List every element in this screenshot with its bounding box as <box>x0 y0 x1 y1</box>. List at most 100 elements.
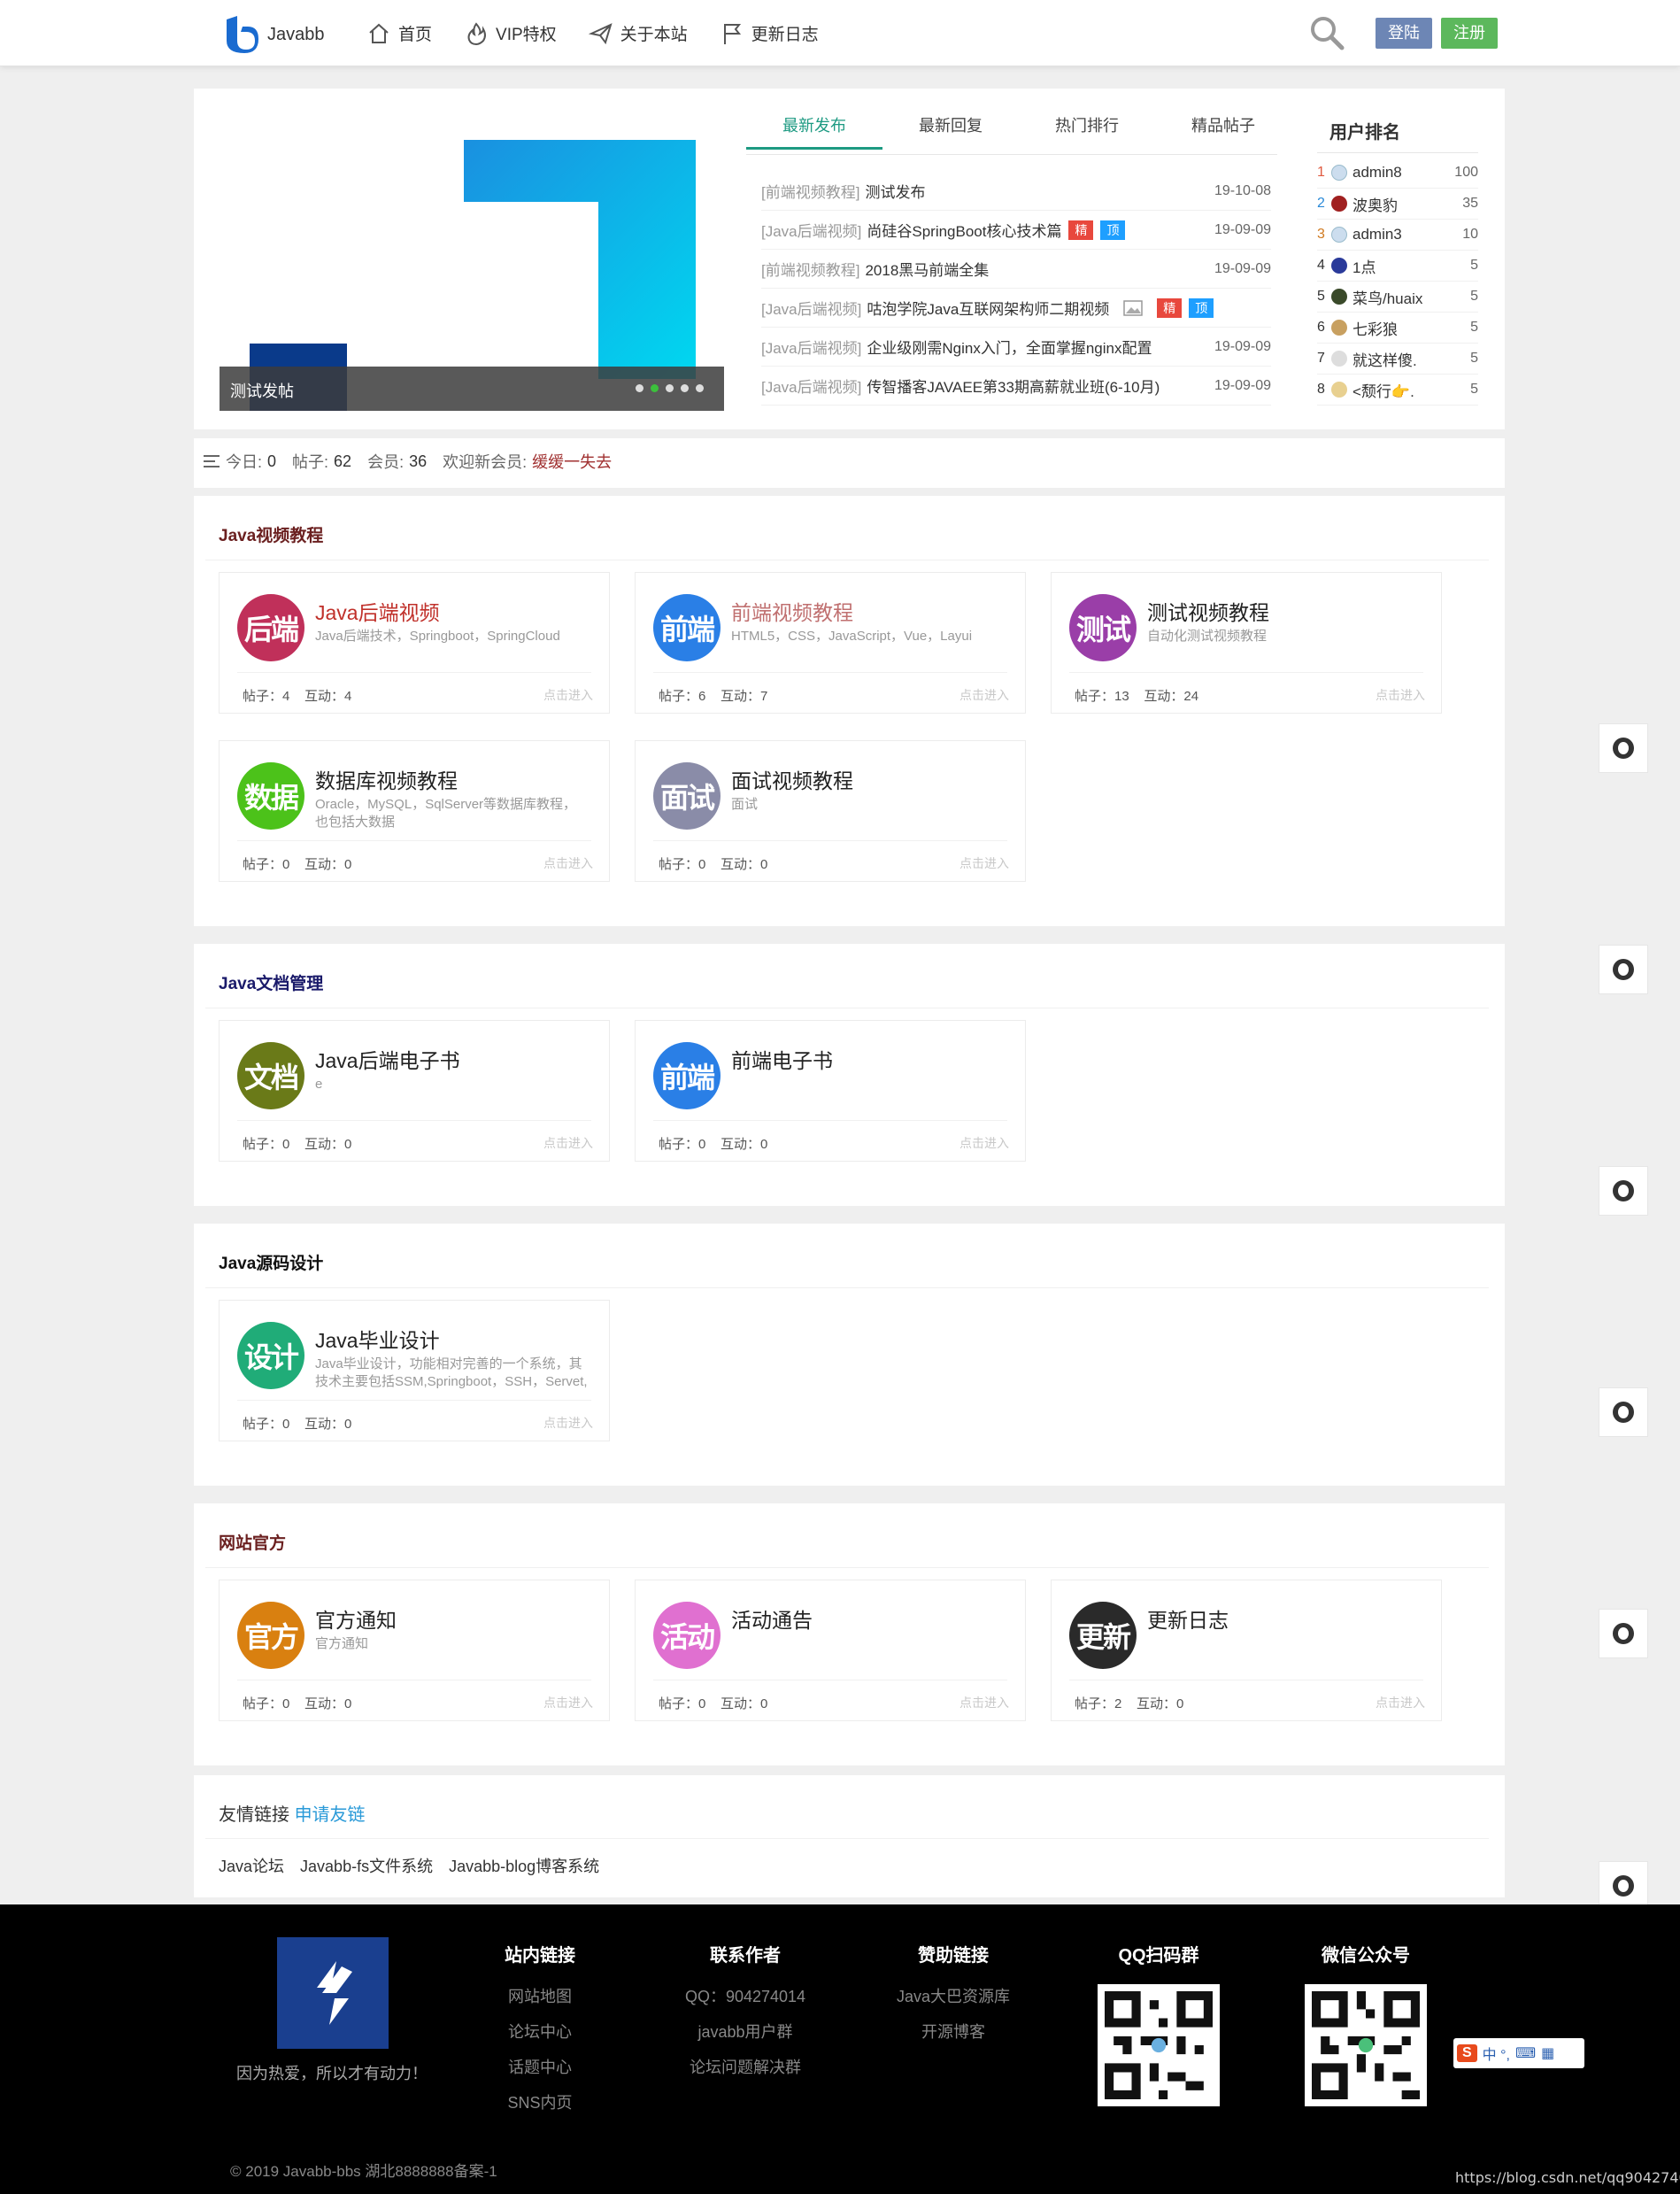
footer-link[interactable]: Java大巴资源库 <box>881 1984 1026 2007</box>
board-name[interactable]: 数据库视频教程 <box>315 764 458 794</box>
rank-username[interactable]: 七彩狼 <box>1352 317 1398 339</box>
board-icon[interactable]: 活动 <box>653 1602 721 1669</box>
board-name[interactable]: Java后端电子书 <box>315 1044 460 1074</box>
post-title[interactable]: 测试发布 <box>865 180 925 202</box>
grid-icon[interactable]: ▦ <box>1541 2044 1554 2062</box>
float-qq-button[interactable] <box>1599 1861 1648 1911</box>
nav-home[interactable]: 首页 <box>366 21 432 46</box>
image-slider[interactable]: 测试发帖 <box>220 113 724 411</box>
nav-changelog[interactable]: 更新日志 <box>720 21 819 46</box>
board-icon[interactable]: 官方 <box>237 1602 304 1669</box>
ranking-row[interactable]: 1 admin8 100 <box>1317 158 1478 189</box>
board-icon[interactable]: 设计 <box>237 1322 304 1389</box>
board-name[interactable]: 前端电子书 <box>731 1044 833 1074</box>
tab-replies[interactable]: 最新回复 <box>882 113 1019 150</box>
enter-board-link[interactable]: 点击进入 <box>543 1134 593 1152</box>
footer-link[interactable]: 话题中心 <box>478 2055 602 2078</box>
nav-vip[interactable]: VIP特权 <box>464 21 557 46</box>
rank-username[interactable]: 波奥豹 <box>1352 193 1398 215</box>
apply-link-button[interactable]: 申请友链 <box>295 1805 366 1825</box>
post-category[interactable]: [Java后端视频] <box>761 219 861 241</box>
post-title[interactable]: 传智播客JAVAEE第33期高薪就业班(6-10月) <box>867 375 1160 397</box>
post-row[interactable]: [前端视频教程] 2018黑马前端全集 19-09-09 <box>761 250 1271 289</box>
board-card[interactable]: 前端 前端视频教程 HTML5，CSS，JavaScript，Vue，Layui 帖子… <box>635 572 1026 714</box>
enter-board-link[interactable]: 点击进入 <box>959 686 1009 704</box>
slider-dot-active[interactable] <box>651 384 659 392</box>
post-row[interactable]: [Java后端视频] 尚硅谷SpringBoot核心技术篇 精 顶 19-09-… <box>761 211 1271 250</box>
board-icon[interactable]: 面试 <box>653 762 721 830</box>
slider-dot[interactable] <box>696 384 704 392</box>
footer-link[interactable]: 开源博客 <box>881 2020 1026 2043</box>
ranking-row[interactable]: 6 七彩狼 5 <box>1317 313 1478 344</box>
float-qq-button[interactable] <box>1599 723 1648 773</box>
ranking-row[interactable]: 2 波奥豹 35 <box>1317 189 1478 220</box>
board-card[interactable]: 后端 Java后端视频 Java后端技术，Springboot，SpringClou… <box>219 572 610 714</box>
rank-username[interactable]: 1点 <box>1352 255 1376 277</box>
board-card[interactable]: 设计 Java毕业设计 Java毕业设计，功能相对完善的一个系统，其技术主要包括SS… <box>219 1300 610 1441</box>
enter-board-link[interactable]: 点击进入 <box>1376 686 1425 704</box>
rank-username[interactable]: 菜鸟/huaix <box>1352 286 1422 308</box>
board-card[interactable]: 文档 Java后端电子书 e 帖子：0 互动：0 点击进入 <box>219 1020 610 1162</box>
footer-link[interactable]: javabb用户群 <box>666 2020 825 2043</box>
board-card[interactable]: 测试 测试视频教程 自动化测试视频教程 帖子：13 互动：24 点击进入 <box>1051 572 1442 714</box>
board-icon[interactable]: 后端 <box>237 594 304 661</box>
float-qq-button[interactable] <box>1599 945 1648 994</box>
search-icon[interactable] <box>1308 14 1345 51</box>
post-category[interactable]: [前端视频教程] <box>761 258 859 280</box>
board-name[interactable]: 前端视频教程 <box>731 596 853 626</box>
board-card[interactable]: 更新 更新日志 帖子：2 互动：0 点击进入 <box>1051 1580 1442 1721</box>
float-qq-button[interactable] <box>1599 1609 1648 1658</box>
board-name[interactable]: 活动通告 <box>731 1603 813 1634</box>
slider-dot[interactable] <box>636 384 643 392</box>
ime-toolbar[interactable]: S 中 °, ⌨ ▦ <box>1453 2038 1584 2068</box>
board-card[interactable]: 前端 前端电子书 帖子：0 互动：0 点击进入 <box>635 1020 1026 1162</box>
ranking-row[interactable]: 3 admin3 10 <box>1317 220 1478 251</box>
board-name[interactable]: Java后端视频 <box>315 596 440 626</box>
rank-username[interactable]: <颓行👉. <box>1352 379 1414 401</box>
post-title[interactable]: 2018黑马前端全集 <box>865 258 989 280</box>
post-row[interactable]: [Java后端视频] 传智播客JAVAEE第33期高薪就业班(6-10月) 19… <box>761 367 1271 406</box>
keyboard-icon[interactable]: ⌨ <box>1515 2044 1536 2062</box>
tab-hot[interactable]: 热门排行 <box>1019 113 1155 150</box>
ranking-row[interactable]: 5 菜鸟/huaix 5 <box>1317 282 1478 313</box>
float-qq-button[interactable] <box>1599 1387 1648 1437</box>
enter-board-link[interactable]: 点击进入 <box>543 686 593 704</box>
post-category[interactable]: [Java后端视频] <box>761 375 861 397</box>
float-qq-button[interactable] <box>1599 1166 1648 1216</box>
footer-link[interactable]: 论坛中心 <box>478 2020 602 2043</box>
board-icon[interactable]: 文档 <box>237 1042 304 1109</box>
board-name[interactable]: 官方通知 <box>315 1603 397 1634</box>
enter-board-link[interactable]: 点击进入 <box>959 1134 1009 1152</box>
nav-about[interactable]: 关于本站 <box>588 21 688 46</box>
enter-board-link[interactable]: 点击进入 <box>1376 1694 1425 1711</box>
board-name[interactable]: 测试视频教程 <box>1147 596 1269 626</box>
board-card[interactable]: 活动 活动通告 帖子：0 互动：0 点击进入 <box>635 1580 1026 1721</box>
post-category[interactable]: [前端视频教程] <box>761 180 859 202</box>
tab-featured[interactable]: 精品帖子 <box>1155 113 1291 150</box>
board-name[interactable]: 面试视频教程 <box>731 764 853 794</box>
footer-link[interactable]: QQ：904274014 <box>666 1984 825 2007</box>
post-category[interactable]: [Java后端视频] <box>761 297 861 319</box>
ranking-row[interactable]: 4 1点 5 <box>1317 251 1478 282</box>
friend-link[interactable]: Java论坛 <box>219 1854 284 1877</box>
enter-board-link[interactable]: 点击进入 <box>543 1694 593 1711</box>
board-card[interactable]: 面试 面试视频教程 面试 帖子：0 互动：0 点击进入 <box>635 740 1026 882</box>
board-card[interactable]: 数据 数据库视频教程 Oracle，MySQL，SqlServer等数据库教程，也包… <box>219 740 610 882</box>
enter-board-link[interactable]: 点击进入 <box>543 1414 593 1432</box>
footer-link[interactable]: SNS内页 <box>478 2090 602 2113</box>
ranking-row[interactable]: 8 <颓行👉. 5 <box>1317 375 1478 406</box>
post-row[interactable]: [前端视频教程] 测试发布 19-10-08 <box>761 172 1271 211</box>
rank-username[interactable]: 就这样傻. <box>1352 348 1417 370</box>
enter-board-link[interactable]: 点击进入 <box>959 854 1009 872</box>
friend-link[interactable]: Javabb-blog博客系统 <box>449 1854 599 1877</box>
board-icon[interactable]: 更新 <box>1069 1602 1137 1669</box>
rank-username[interactable]: admin8 <box>1352 164 1402 182</box>
board-icon[interactable]: 前端 <box>653 594 721 661</box>
post-title[interactable]: 尚硅谷SpringBoot核心技术篇 <box>867 219 1061 241</box>
board-icon[interactable]: 测试 <box>1069 594 1137 661</box>
board-name[interactable]: Java毕业设计 <box>315 1324 440 1354</box>
enter-board-link[interactable]: 点击进入 <box>543 854 593 872</box>
board-icon[interactable]: 前端 <box>653 1042 721 1109</box>
rank-username[interactable]: admin3 <box>1352 226 1402 243</box>
board-card[interactable]: 官方 官方通知 官方通知 帖子：0 互动：0 点击进入 <box>219 1580 610 1721</box>
